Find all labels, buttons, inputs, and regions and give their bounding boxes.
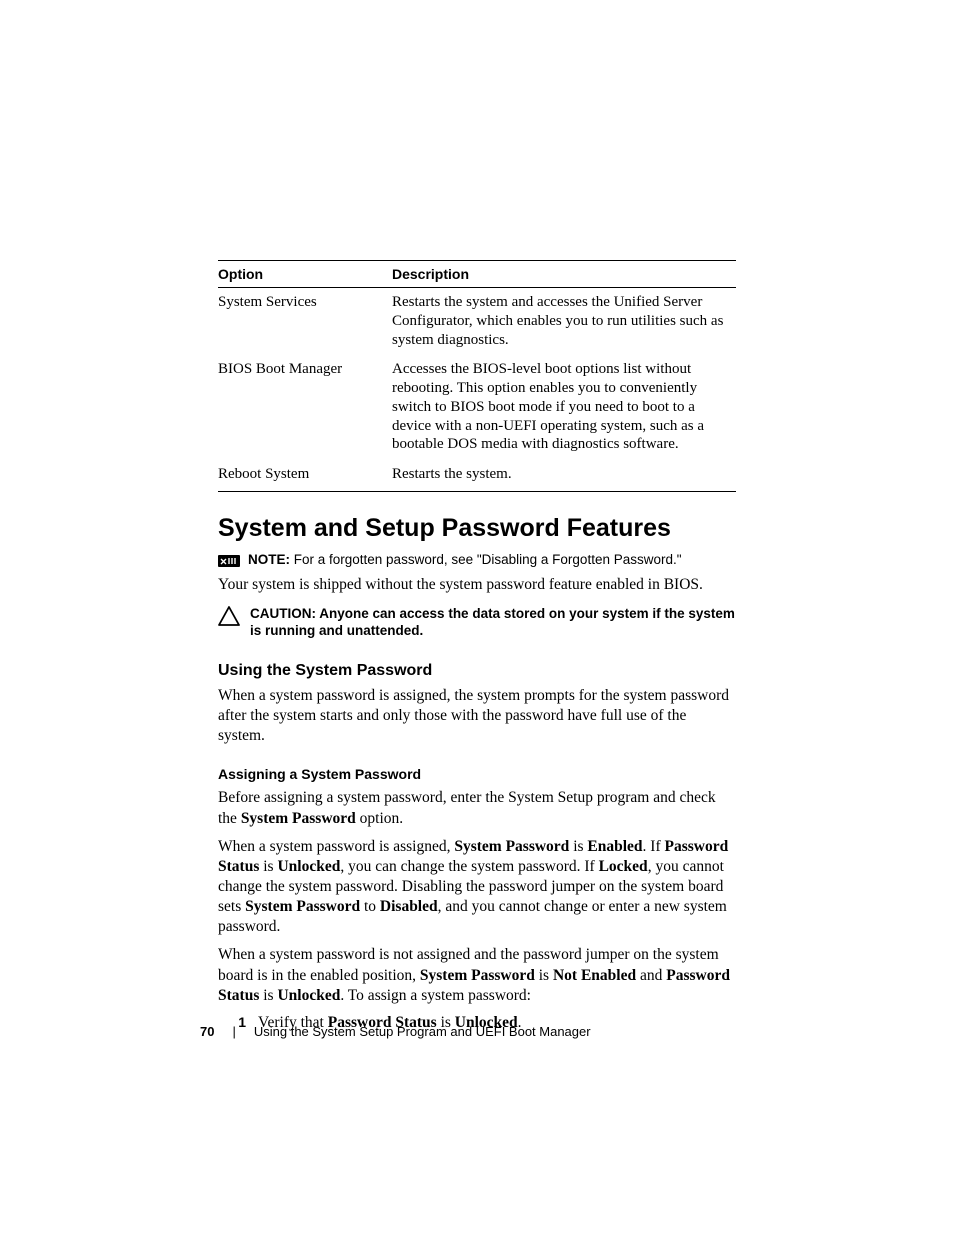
caution-body: Anyone can access the data stored on you… <box>250 606 735 639</box>
note-lead: NOTE: <box>248 552 290 567</box>
footer-separator: | <box>232 1024 235 1039</box>
body-paragraph: Before assigning a system password, ente… <box>218 788 736 828</box>
cell-description: Accesses the BIOS-level boot options lis… <box>392 355 736 460</box>
page-number: 70 <box>200 1024 214 1039</box>
cell-option: Reboot System <box>218 460 392 491</box>
body-paragraph: When a system password is assigned, Syst… <box>218 837 736 938</box>
subsection-heading: Using the System Password <box>218 662 736 680</box>
page-footer: 70 | Using the System Setup Program and … <box>200 1024 591 1039</box>
th-description: Description <box>392 261 736 288</box>
table-row: BIOS Boot Manager Accesses the BIOS-leve… <box>218 355 736 460</box>
body-paragraph: When a system password is assigned, the … <box>218 686 736 746</box>
table-row: Reboot System Restarts the system. <box>218 460 736 491</box>
table-row: System Services Restarts the system and … <box>218 288 736 356</box>
note-block: NOTE: For a forgotten password, see "Dis… <box>218 551 736 569</box>
options-table: Option Description System Services Resta… <box>218 260 736 492</box>
body-paragraph: When a system password is not assigned a… <box>218 945 736 1005</box>
caution-lead: CAUTION: <box>250 606 319 621</box>
cell-description: Restarts the system. <box>392 460 736 491</box>
caution-icon <box>218 606 240 626</box>
section-heading: System and Setup Password Features <box>218 514 736 543</box>
subsubsection-heading: Assigning a System Password <box>218 766 736 782</box>
note-body: For a forgotten password, see "Disabling… <box>290 552 682 567</box>
cell-option: System Services <box>218 288 392 356</box>
intro-paragraph: Your system is shipped without the syste… <box>218 575 736 595</box>
caution-block: CAUTION: Anyone can access the data stor… <box>218 605 736 640</box>
cell-description: Restarts the system and accesses the Uni… <box>392 288 736 356</box>
document-page: Option Description System Services Resta… <box>0 0 954 1032</box>
footer-chapter: Using the System Setup Program and UEFI … <box>254 1024 591 1039</box>
note-icon <box>218 553 240 569</box>
th-option: Option <box>218 261 392 288</box>
note-text: NOTE: For a forgotten password, see "Dis… <box>248 551 682 569</box>
caution-text: CAUTION: Anyone can access the data stor… <box>250 605 736 640</box>
cell-option: BIOS Boot Manager <box>218 355 392 460</box>
